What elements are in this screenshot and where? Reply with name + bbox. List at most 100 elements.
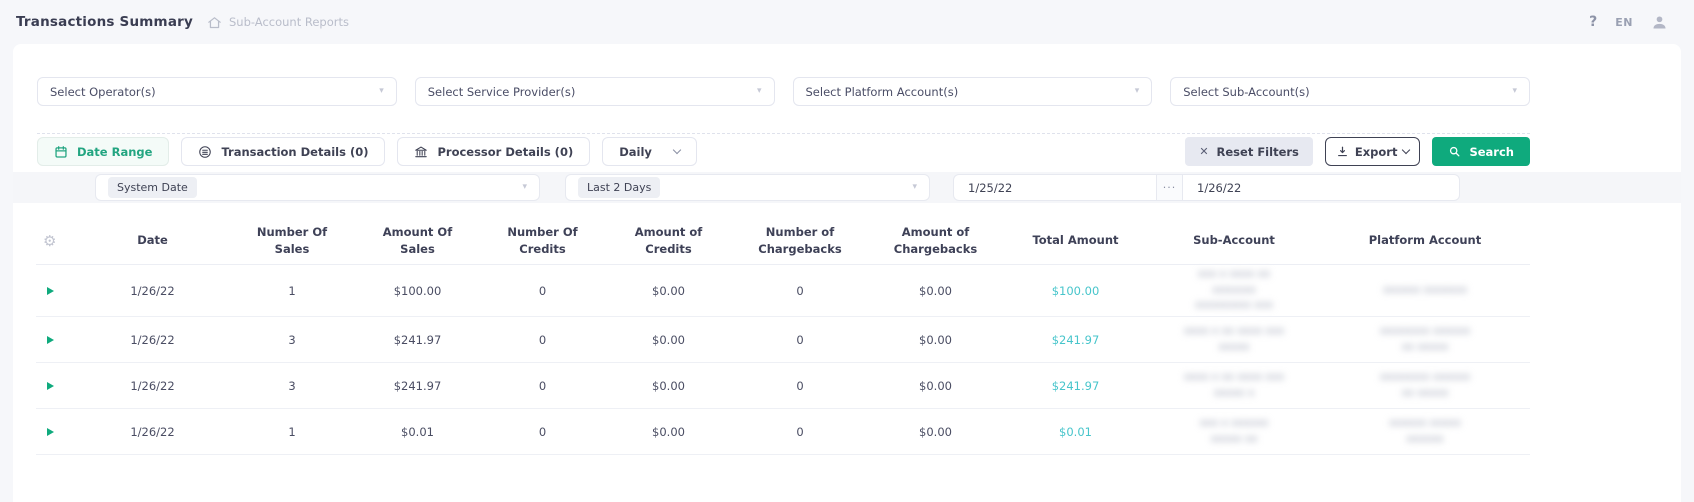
sub-account-select-placeholder: Select Sub-Account(s): [1183, 84, 1310, 99]
total-amount-link[interactable]: $100.00: [1052, 284, 1100, 298]
tab-date-range-label: Date Range: [77, 144, 153, 159]
expand-row-icon[interactable]: [47, 286, 54, 295]
date-preset-select[interactable]: Last 2 Days ▾: [565, 174, 930, 201]
cell-amount-of-credits: $0.00: [652, 332, 685, 347]
search-button[interactable]: Search: [1432, 137, 1530, 166]
chevron-down-icon: ▾: [912, 182, 917, 192]
expand-row-icon[interactable]: [47, 335, 54, 344]
col-header-amount-of-credits: Amount of Credits: [634, 224, 703, 256]
export-button[interactable]: Export: [1324, 137, 1421, 166]
service-provider-select[interactable]: Select Service Provider(s) ▾: [414, 77, 775, 106]
frequency-select-value: Daily: [619, 144, 652, 159]
cell-amount-of-chargebacks: $0.00: [919, 332, 952, 347]
tab-processor-details[interactable]: Processor Details (0): [397, 137, 591, 166]
date-type-select[interactable]: System Date ▾: [95, 174, 540, 201]
cell-platform-account-redacted: xxxxxxxx xxxxxx xx xxxxx: [1379, 324, 1471, 353]
chevron-down-icon: ▾: [1512, 86, 1517, 96]
cell-number-of-chargebacks: 0: [796, 332, 804, 347]
col-header-sub-account: Sub-Account: [1193, 233, 1275, 248]
topbar: Transactions Summary Sub-Account Reports…: [0, 0, 1694, 44]
export-label: Export: [1354, 144, 1398, 159]
start-date-input[interactable]: 1/25/22: [954, 175, 1156, 200]
user-avatar-icon[interactable]: [1651, 14, 1668, 31]
date-type-chip[interactable]: System Date: [108, 177, 197, 198]
tab-transaction-details-label: Transaction Details (0): [221, 144, 369, 159]
tab-transaction-details[interactable]: Transaction Details (0): [181, 137, 386, 166]
date-range-inputs: 1/25/22 ··· 1/26/22: [953, 174, 1460, 201]
total-amount-link[interactable]: $241.97: [1052, 379, 1100, 393]
total-amount-link[interactable]: $0.01: [1059, 425, 1092, 439]
table-header-row: ⚙ Date Number Of Sales Amount Of Sales N…: [36, 217, 1530, 265]
col-header-date: Date: [137, 233, 168, 248]
transactions-table: ⚙ Date Number Of Sales Amount Of Sales N…: [36, 217, 1530, 455]
tab-date-range[interactable]: Date Range: [37, 137, 170, 166]
cell-number-of-sales: 3: [288, 378, 296, 393]
reset-filters-label: Reset Filters: [1216, 144, 1299, 159]
frequency-select[interactable]: Daily: [602, 137, 697, 166]
cell-amount-of-sales: $100.00: [393, 283, 442, 298]
search-label: Search: [1469, 144, 1514, 159]
cell-number-of-chargebacks: 0: [796, 378, 804, 393]
cell-amount-of-sales: $0.01: [401, 424, 434, 439]
col-header-total-amount: Total Amount: [1032, 233, 1119, 248]
breadcrumb-label: Sub-Account Reports: [229, 15, 349, 29]
cell-amount-of-chargebacks: $0.00: [919, 283, 952, 298]
col-header-platform-account: Platform Account: [1368, 233, 1482, 248]
end-date-input[interactable]: 1/26/22: [1183, 175, 1459, 200]
cell-platform-account-redacted: xxxxxx xxxxxxx: [1382, 283, 1468, 296]
cell-date: 1/26/22: [130, 424, 175, 439]
cell-date: 1/26/22: [130, 332, 175, 347]
date-filter-band: System Date ▾ Last 2 Days ▾ 1/25/22 ··· …: [13, 172, 1681, 203]
cell-number-of-credits: 0: [538, 378, 547, 393]
gear-icon[interactable]: ⚙: [43, 232, 56, 250]
dashed-divider: [37, 133, 1530, 134]
operator-select[interactable]: Select Operator(s) ▾: [37, 77, 397, 106]
platform-account-select-placeholder: Select Platform Account(s): [805, 84, 959, 99]
cell-sub-account-redacted: xxx x xxxxxx xxxxx xx: [1199, 416, 1269, 445]
expand-row-icon[interactable]: [47, 427, 54, 436]
cell-number-of-chargebacks: 0: [796, 283, 804, 298]
table-row: 1/26/22 1 $100.00 0 $0.00 0 $0.00 $100.0…: [36, 265, 1530, 317]
cell-amount-of-sales: $241.97: [393, 332, 442, 347]
chevron-down-icon: ▾: [379, 86, 384, 96]
col-header-number-of-chargebacks: Number of Chargebacks: [758, 224, 842, 256]
calendar-icon: [54, 145, 68, 159]
date-preset-chip[interactable]: Last 2 Days: [578, 177, 661, 198]
help-icon[interactable]: ?: [1589, 14, 1597, 30]
language-selector[interactable]: EN: [1615, 16, 1633, 29]
home-icon: [207, 15, 222, 30]
search-icon: [1448, 145, 1461, 158]
cell-number-of-chargebacks: 0: [796, 424, 804, 439]
content-card: Select Operator(s) ▾ Select Service Prov…: [13, 44, 1681, 502]
breadcrumb[interactable]: Sub-Account Reports: [207, 15, 349, 30]
operator-select-placeholder: Select Operator(s): [50, 84, 156, 99]
cell-number-of-credits: 0: [538, 283, 547, 298]
cell-amount-of-credits: $0.00: [652, 424, 685, 439]
cell-sub-account-redacted: xxx x xxxx xx xxxxxxx xxxxxxxxx xxx: [1195, 267, 1273, 312]
sub-account-select[interactable]: Select Sub-Account(s) ▾: [1170, 77, 1530, 106]
tab-processor-details-label: Processor Details (0): [437, 144, 574, 159]
cell-number-of-credits: 0: [538, 332, 547, 347]
chevron-down-icon: ▾: [756, 86, 762, 96]
page-title: Transactions Summary: [16, 14, 193, 30]
bank-icon: [414, 145, 428, 159]
expand-row-icon[interactable]: [47, 381, 54, 390]
table-row: 1/26/22 1 $0.01 0 $0.00 0 $0.00 $0.01 xx…: [36, 409, 1530, 455]
table-row: 1/26/22 3 $241.97 0 $0.00 0 $0.00 $241.9…: [36, 363, 1530, 409]
col-header-amount-of-sales: Amount Of Sales: [382, 224, 453, 256]
date-range-ellipsis[interactable]: ···: [1156, 175, 1183, 200]
platform-account-select[interactable]: Select Platform Account(s) ▾: [792, 77, 1153, 106]
cell-number-of-sales: 3: [288, 332, 296, 347]
total-amount-link[interactable]: $241.97: [1052, 333, 1100, 347]
cell-date: 1/26/22: [130, 378, 175, 393]
reset-filters-button[interactable]: ✕ Reset Filters: [1185, 137, 1313, 166]
download-icon: [1336, 145, 1349, 158]
cell-number-of-sales: 1: [288, 424, 296, 439]
filter-row: Select Operator(s) ▾ Select Service Prov…: [37, 77, 1530, 106]
cell-amount-of-credits: $0.00: [652, 283, 685, 298]
col-header-number-of-sales: Number Of Sales: [256, 224, 328, 256]
service-provider-select-placeholder: Select Service Provider(s): [427, 84, 576, 99]
cell-number-of-sales: 1: [288, 283, 296, 298]
col-header-number-of-credits: Number Of Credits: [507, 224, 578, 256]
cell-date: 1/26/22: [130, 283, 175, 298]
